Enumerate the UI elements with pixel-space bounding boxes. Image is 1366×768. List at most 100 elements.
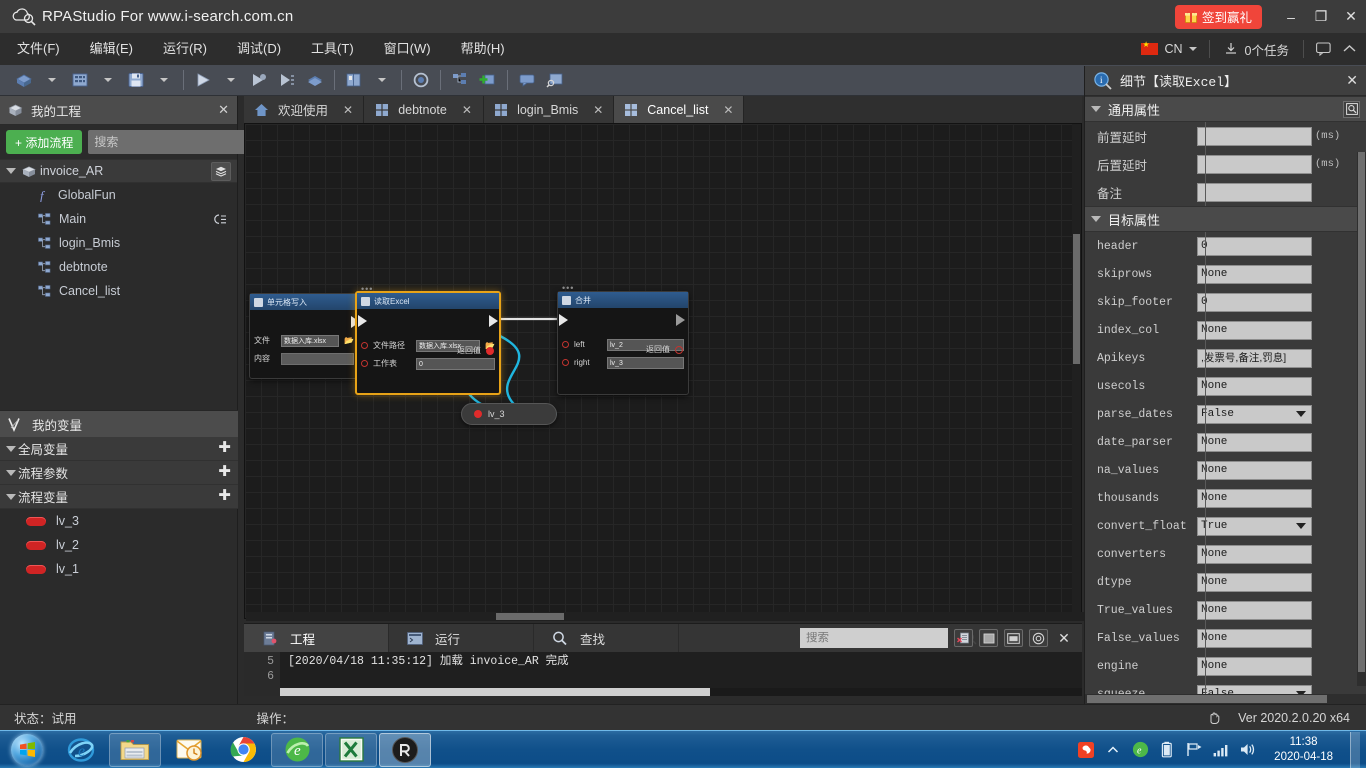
prop-row-dtype[interactable]: dtype None — [1085, 568, 1366, 596]
prop-value-input[interactable]: None — [1197, 320, 1312, 340]
prop-value-input[interactable]: None — [1197, 656, 1312, 676]
signal-strength-icon[interactable] — [1212, 741, 1230, 759]
tree-item-debtnote[interactable]: debtnote — [0, 255, 237, 279]
return-port[interactable] — [675, 345, 683, 354]
taskbar-app-360-browser[interactable]: e — [271, 732, 323, 767]
close-output-panel-button[interactable]: ✕ — [1054, 628, 1074, 648]
scroll-thumb[interactable] — [1087, 695, 1327, 703]
tree-item-globalfun[interactable]: f GlobalFun — [0, 183, 237, 207]
prop-value-input[interactable] — [1197, 154, 1312, 174]
network-flag-icon[interactable] — [1185, 741, 1203, 759]
prop-value-input[interactable]: None — [1197, 432, 1312, 452]
prop-row-converters[interactable]: converters None — [1085, 540, 1366, 568]
expand-triangle-icon[interactable] — [6, 469, 16, 476]
debug-run-button[interactable] — [247, 67, 271, 93]
message-icon[interactable] — [1310, 36, 1336, 62]
add-component-button[interactable] — [476, 67, 500, 93]
menu-help[interactable]: 帮助(H) — [448, 33, 518, 65]
tree-item-main[interactable]: Main — [0, 207, 237, 231]
node-field-row[interactable]: right lv_3 — [562, 355, 684, 370]
expand-triangle-icon[interactable] — [1091, 106, 1101, 112]
add-global-variable-button[interactable]: ✚ — [217, 440, 232, 456]
menu-edit[interactable]: 编辑(E) — [77, 33, 146, 65]
minimize-button[interactable]: – — [1276, 0, 1306, 33]
node-return-row[interactable]: 返回值 — [457, 345, 494, 356]
tab-debtnote[interactable]: debtnote ✕ — [364, 96, 485, 123]
node-field-row[interactable]: 工作表 0 — [361, 356, 495, 371]
prop-row-false-values[interactable]: False_values None — [1085, 624, 1366, 652]
folder-browse-icon[interactable]: 📂 — [344, 336, 354, 345]
var-group-params[interactable]: 流程参数 ✚ — [0, 461, 238, 485]
prop-value-input[interactable]: None — [1197, 488, 1312, 508]
node-field-row[interactable]: 文件 数据入库.xlsx 📂 — [254, 333, 354, 348]
taskbar-app-internet-explorer[interactable]: e — [55, 733, 107, 767]
prop-row-header[interactable]: header 0 — [1085, 232, 1366, 260]
prop-value-input[interactable]: None — [1197, 544, 1312, 564]
menu-file[interactable]: 文件(F) — [4, 33, 73, 65]
pin-panel-button[interactable] — [979, 629, 998, 647]
section-general-properties[interactable]: 通用属性 — [1085, 96, 1366, 122]
taskbar-app-excel[interactable] — [325, 732, 377, 767]
language-selector[interactable]: CN — [1135, 40, 1202, 56]
prop-row-pre-delay[interactable]: 前置延时 (ms) — [1085, 122, 1366, 150]
input-port[interactable] — [562, 359, 569, 366]
prop-value-select[interactable]: True — [1197, 516, 1312, 536]
flow-canvas[interactable]: 单元格写入 文件 数据入库.xlsx 📂 内容 ••• 读取Excel 返回值 … — [244, 123, 1082, 619]
node-return-row[interactable]: 返回值 — [646, 344, 683, 355]
inspect-element-button[interactable] — [543, 67, 567, 93]
prop-value-input[interactable]: None — [1197, 460, 1312, 480]
node-field-row[interactable]: 内容 — [254, 351, 354, 366]
properties-panel-close-icon[interactable]: ✕ — [1346, 72, 1358, 89]
prop-row-parse-dates[interactable]: parse_dates False — [1085, 400, 1366, 428]
prop-value-input[interactable]: None — [1197, 376, 1312, 396]
run-dropdown[interactable] — [219, 67, 243, 93]
prop-row-convert-float[interactable]: convert_float True — [1085, 512, 1366, 540]
battery-icon[interactable] — [1158, 741, 1176, 759]
canvas-horizontal-scrollbar[interactable] — [246, 612, 1084, 621]
open-project-button[interactable] — [68, 67, 92, 93]
scroll-thumb[interactable] — [1073, 234, 1080, 364]
section-target-properties[interactable]: 目标属性 — [1085, 206, 1366, 232]
prop-row-date-parser[interactable]: date_parser None — [1085, 428, 1366, 456]
canvas-variable-node-lv3[interactable]: lv_3 — [461, 403, 557, 425]
tab-welcome[interactable]: 欢迎使用 ✕ — [244, 96, 365, 123]
taskbar-clock[interactable]: 11:38 2020-04-18 — [1266, 735, 1341, 765]
task-queue-button[interactable]: 0个任务 — [1216, 40, 1297, 59]
taskbar-app-chrome[interactable] — [217, 733, 269, 767]
input-port[interactable] — [361, 342, 368, 349]
prop-value-input[interactable]: ,发票号,备注,罚息] — [1197, 348, 1312, 368]
var-group-global[interactable]: 全局变量 ✚ — [0, 437, 238, 461]
prop-row-engine[interactable]: engine None — [1085, 652, 1366, 680]
add-flow-variable-button[interactable]: ✚ — [217, 488, 232, 504]
output-tab-project[interactable]: 工程 — [244, 624, 389, 652]
expand-triangle-icon[interactable] — [6, 445, 16, 452]
prop-row-apikeys[interactable]: Apikeys ,发票号,备注,罚息] — [1085, 344, 1366, 372]
scroll-thumb[interactable] — [280, 688, 710, 696]
log-view[interactable]: 5 6 [2020/04/18 11:35:12] 加载 invoice_AR … — [244, 652, 1082, 696]
prop-row-skip-footer[interactable]: skip_footer 0 — [1085, 288, 1366, 316]
signin-reward-button[interactable]: 签到赢礼 — [1174, 4, 1262, 29]
var-group-flowvars[interactable]: 流程变量 ✚ — [0, 485, 238, 509]
screen-capture-button[interactable] — [409, 67, 433, 93]
prop-row-na-values[interactable]: na_values None — [1085, 456, 1366, 484]
install-package-button[interactable] — [303, 67, 327, 93]
prop-row-skiprows[interactable]: skiprows None — [1085, 260, 1366, 288]
section-search-icon[interactable] — [1343, 100, 1360, 118]
tree-item-login-bmis[interactable]: login_Bmis — [0, 231, 237, 255]
prop-row-thousands[interactable]: thousands None — [1085, 484, 1366, 512]
new-project-dropdown[interactable] — [40, 67, 64, 93]
variable-item-lv1[interactable]: lv_1 — [0, 557, 238, 581]
show-desktop-button[interactable] — [1350, 731, 1360, 768]
clear-log-button[interactable] — [954, 629, 973, 647]
variable-port[interactable] — [474, 410, 482, 418]
layers-icon[interactable] — [211, 161, 231, 181]
save-button[interactable] — [124, 67, 148, 93]
taskbar-app-rpastudio[interactable] — [379, 732, 431, 767]
show-hidden-icons-arrow[interactable] — [1104, 741, 1122, 759]
prop-value-input[interactable]: None — [1197, 572, 1312, 592]
set-entry-icon[interactable] — [213, 213, 227, 226]
menu-debug[interactable]: 调试(D) — [224, 33, 294, 65]
menu-tools[interactable]: 工具(T) — [298, 33, 367, 65]
prop-row-usecols[interactable]: usecols None — [1085, 372, 1366, 400]
new-project-button[interactable] — [12, 67, 36, 93]
